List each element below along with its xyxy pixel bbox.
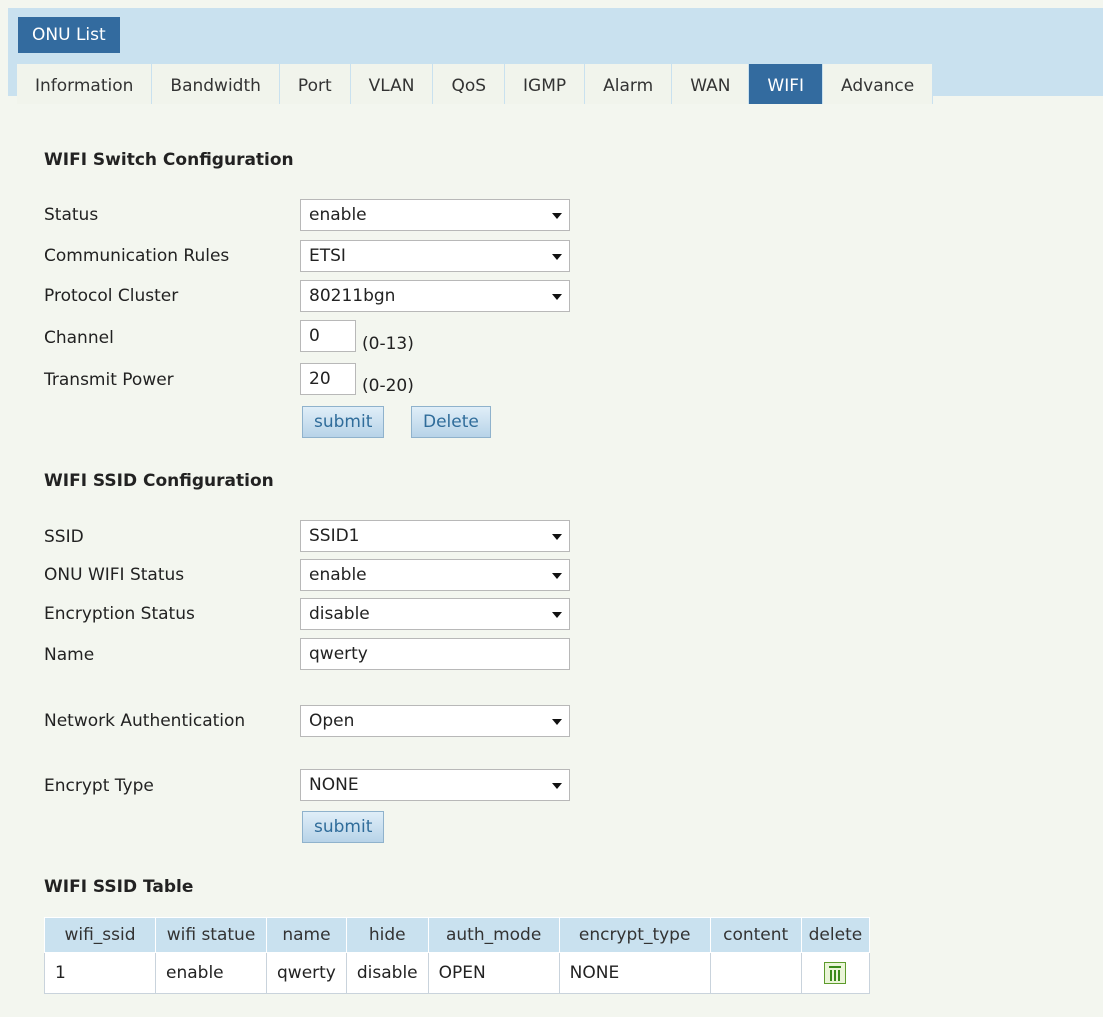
chevron-down-icon bbox=[552, 294, 562, 300]
switch-submit-button[interactable]: submit bbox=[302, 406, 385, 438]
tab-advance[interactable]: Advance bbox=[823, 64, 934, 104]
ssid-table: wifi_ssid wifi statue name hide auth_mod… bbox=[44, 917, 871, 994]
chevron-down-icon bbox=[552, 719, 562, 725]
transmit-power-label: Transmit Power bbox=[44, 370, 174, 390]
chevron-down-icon bbox=[552, 573, 562, 579]
col-wifi-statue: wifi statue bbox=[155, 917, 267, 953]
cell-wifi-statue: enable bbox=[155, 952, 267, 994]
chevron-down-icon bbox=[552, 534, 562, 540]
network-authentication-select[interactable]: Open bbox=[300, 705, 570, 737]
transmit-power-range-hint: (0-20) bbox=[362, 376, 414, 396]
channel-label: Channel bbox=[44, 328, 114, 348]
cell-name: qwerty bbox=[266, 952, 347, 994]
chevron-down-icon bbox=[552, 254, 562, 260]
table-header-row: wifi_ssid wifi statue name hide auth_mod… bbox=[44, 917, 871, 953]
tab-qos[interactable]: QoS bbox=[433, 64, 506, 104]
channel-input[interactable]: 0 bbox=[300, 320, 356, 352]
ssid-submit-button[interactable]: submit bbox=[302, 811, 385, 843]
table-row: 1 enable qwerty disable OPEN NONE bbox=[44, 952, 871, 994]
status-label: Status bbox=[44, 205, 99, 225]
transmit-power-input[interactable]: 20 bbox=[300, 363, 356, 395]
switch-delete-button[interactable]: Delete bbox=[411, 406, 491, 438]
col-hide: hide bbox=[345, 917, 429, 953]
cell-hide: disable bbox=[345, 952, 429, 994]
tab-port[interactable]: Port bbox=[279, 64, 351, 104]
top-bar: ONU List Information Bandwidth Port VLAN… bbox=[8, 8, 1103, 104]
status-select-value: enable bbox=[309, 205, 367, 225]
trash-icon[interactable] bbox=[824, 962, 847, 984]
col-encrypt-type: encrypt_type bbox=[558, 917, 711, 953]
onu-wifi-status-value: enable bbox=[309, 565, 367, 585]
onu-wifi-status-label: ONU WIFI Status bbox=[44, 565, 185, 585]
encrypt-type-select[interactable]: NONE bbox=[300, 769, 570, 801]
tab-vlan[interactable]: VLAN bbox=[350, 64, 434, 104]
status-select[interactable]: enable bbox=[300, 199, 570, 231]
ssid-label: SSID bbox=[44, 527, 84, 547]
tab-information[interactable]: Information bbox=[17, 64, 153, 104]
network-authentication-value: Open bbox=[309, 711, 355, 731]
communication-rules-select[interactable]: ETSI bbox=[300, 240, 570, 272]
cell-encrypt-type: NONE bbox=[558, 952, 711, 994]
tab-bandwidth[interactable]: Bandwidth bbox=[152, 64, 280, 104]
tab-wan[interactable]: WAN bbox=[672, 64, 750, 104]
chevron-down-icon bbox=[552, 783, 562, 789]
col-name: name bbox=[266, 917, 347, 953]
cell-content bbox=[709, 952, 802, 994]
onu-list-tab[interactable]: ONU List bbox=[18, 17, 120, 53]
network-authentication-label: Network Authentication bbox=[44, 711, 246, 731]
chevron-down-icon bbox=[552, 612, 562, 618]
encryption-status-value: disable bbox=[309, 604, 370, 624]
communication-rules-value: ETSI bbox=[309, 246, 346, 266]
tab-wifi[interactable]: WIFI bbox=[749, 64, 824, 104]
protocol-cluster-select[interactable]: 80211bgn bbox=[300, 280, 570, 312]
tab-bar: Information Bandwidth Port VLAN QoS IGMP… bbox=[17, 64, 934, 104]
chevron-down-icon bbox=[552, 213, 562, 219]
col-wifi-ssid: wifi_ssid bbox=[44, 917, 156, 953]
switch-config-title: WIFI Switch Configuration bbox=[44, 150, 294, 170]
name-input[interactable]: qwerty bbox=[300, 638, 570, 670]
encrypt-type-value: NONE bbox=[309, 775, 359, 795]
protocol-cluster-label: Protocol Cluster bbox=[44, 286, 179, 306]
name-label: Name bbox=[44, 645, 95, 665]
encryption-status-select[interactable]: disable bbox=[300, 598, 570, 630]
encryption-status-label: Encryption Status bbox=[44, 604, 195, 624]
cell-auth-mode: OPEN bbox=[427, 952, 560, 994]
tab-igmp[interactable]: IGMP bbox=[505, 64, 586, 104]
onu-wifi-status-select[interactable]: enable bbox=[300, 559, 570, 591]
tab-alarm[interactable]: Alarm bbox=[585, 64, 673, 104]
protocol-cluster-value: 80211bgn bbox=[309, 286, 396, 306]
communication-rules-label: Communication Rules bbox=[44, 246, 230, 266]
channel-range-hint: (0-13) bbox=[362, 334, 414, 354]
col-content: content bbox=[709, 917, 802, 953]
ssid-config-title: WIFI SSID Configuration bbox=[44, 471, 274, 491]
ssid-select-value: SSID1 bbox=[309, 526, 360, 546]
col-delete: delete bbox=[800, 917, 871, 953]
encrypt-type-label: Encrypt Type bbox=[44, 776, 154, 796]
cell-wifi-ssid: 1 bbox=[44, 952, 156, 994]
col-auth-mode: auth_mode bbox=[427, 917, 560, 953]
cell-delete bbox=[800, 952, 871, 994]
ssid-table-title: WIFI SSID Table bbox=[44, 877, 194, 897]
ssid-select[interactable]: SSID1 bbox=[300, 520, 570, 552]
